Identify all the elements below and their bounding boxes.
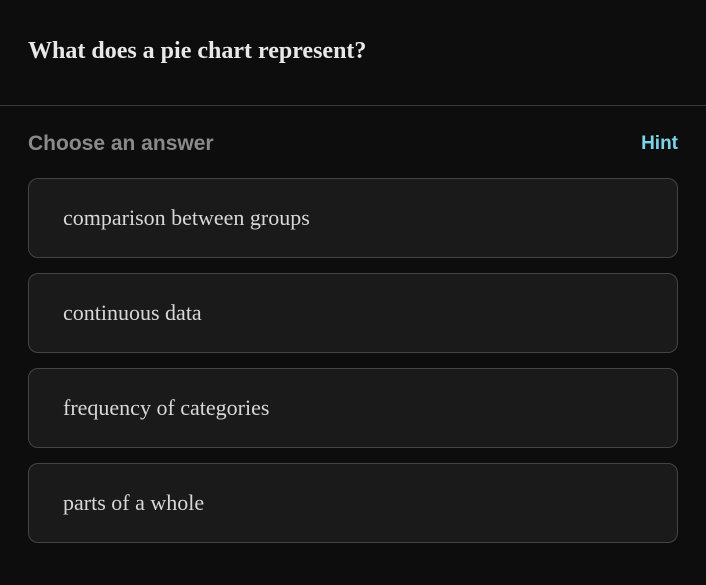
answer-section: Choose an answer Hint comparison between…	[0, 106, 706, 571]
answer-options-list: comparison between groups continuous dat…	[28, 178, 678, 543]
answer-option-text: frequency of categories	[63, 395, 269, 420]
answer-option-text: parts of a whole	[63, 490, 204, 515]
question-text: What does a pie chart represent?	[28, 36, 678, 67]
answer-option-text: continuous data	[63, 300, 202, 325]
answer-option-0[interactable]: comparison between groups	[28, 178, 678, 258]
answer-header: Choose an answer Hint	[28, 132, 678, 156]
answer-option-3[interactable]: parts of a whole	[28, 463, 678, 543]
answer-option-text: comparison between groups	[63, 205, 310, 230]
choose-answer-label: Choose an answer	[28, 132, 214, 156]
hint-button[interactable]: Hint	[641, 133, 678, 155]
answer-option-1[interactable]: continuous data	[28, 273, 678, 353]
answer-option-2[interactable]: frequency of categories	[28, 368, 678, 448]
question-section: What does a pie chart represent?	[0, 0, 706, 106]
